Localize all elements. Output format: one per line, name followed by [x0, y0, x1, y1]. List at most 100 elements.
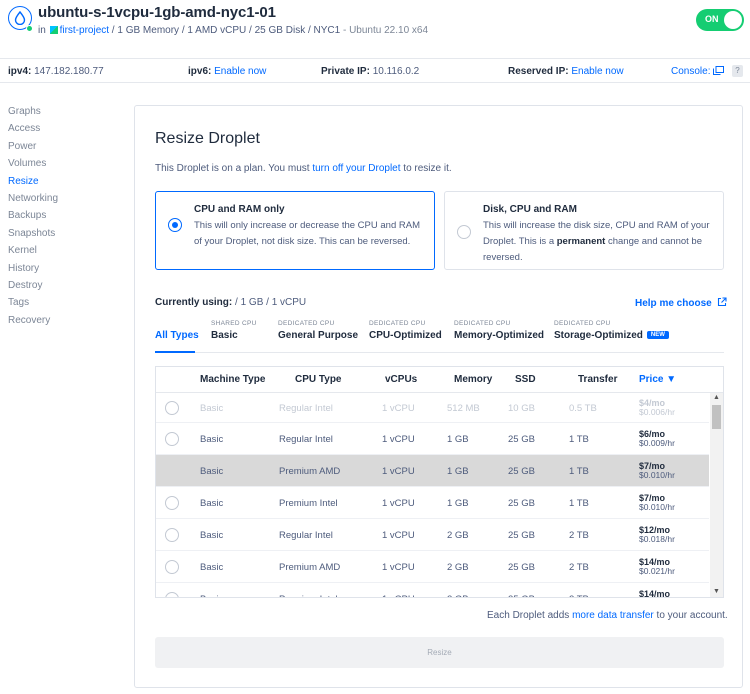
tab-basic[interactable]: SHARED CPU Basic [211, 320, 257, 341]
sidebar-item-history[interactable]: History [8, 263, 118, 280]
tab-storage-optimized[interactable]: DEDICATED CPU Storage-Optimized NEW [554, 320, 669, 341]
ssd-cell: 25 GB [508, 498, 535, 509]
transfer-note-prefix: Each Droplet adds [487, 610, 573, 621]
help-icon[interactable]: ? [732, 65, 743, 77]
price-hourly: $0.018/hr [639, 534, 675, 544]
tab-memory-optimized[interactable]: DEDICATED CPU Memory-Optimized [454, 320, 544, 341]
vcpus-cell: 1 vCPU [382, 530, 415, 541]
tab-category: DEDICATED CPU [369, 320, 426, 327]
memory-cell: 1 GB [447, 434, 469, 445]
table-row[interactable]: Basic Regular Intel 1 vCPU 2 GB 25 GB 2 TB $12… [156, 519, 709, 551]
option-disk-radio[interactable] [457, 225, 471, 239]
memory-cell: 2 GB [447, 562, 469, 573]
reserved-ip-label: Reserved IP: [508, 66, 569, 77]
tab-category [155, 320, 199, 330]
sidebar-item-power[interactable]: Power [8, 141, 118, 158]
currently-using: Currently using: / 1 GB / 1 vCPU [155, 297, 306, 308]
price-cell: $4/mo $0.006/hr [639, 399, 675, 417]
col-price-label: Price [639, 374, 664, 385]
col-ssd[interactable]: SSD [515, 374, 536, 385]
col-price[interactable]: Price ▼ [639, 374, 676, 385]
price-hourly: $0.010/hr [639, 502, 675, 512]
sidebar-item-destroy[interactable]: Destroy [8, 280, 118, 297]
vcpus-cell: 1 vCPU [382, 466, 415, 477]
private-ip-value[interactable]: 10.116.0.2 [373, 66, 420, 77]
sort-down-icon: ▼ [666, 374, 677, 385]
sidebar-item-kernel[interactable]: Kernel [8, 245, 118, 262]
resize-button[interactable]: Resize [155, 637, 724, 668]
transfer-cell: 1 TB [569, 434, 589, 445]
option-cpu-ram-only[interactable]: CPU and RAM only This will only increase… [155, 191, 435, 270]
table-row[interactable]: Basic Premium Intel 1 vCPU 2 GB 25 GB 2 TB $14… [156, 583, 709, 597]
col-memory[interactable]: Memory [454, 374, 492, 385]
table-row[interactable]: Basic Regular Intel 1 vCPU 1 GB 25 GB 1 TB $6/… [156, 423, 709, 455]
cpu-type-cell: Premium AMD [279, 466, 341, 477]
sidebar-item-access[interactable]: Access [8, 123, 118, 140]
power-toggle[interactable]: ON [696, 9, 744, 31]
scroll-up-arrow-icon[interactable]: ▲ [713, 394, 720, 401]
sidebar-item-tags[interactable]: Tags [8, 297, 118, 314]
table-row[interactable]: Basic Premium AMD 1 vCPU 2 GB 25 GB 2 TB $14/m… [156, 551, 709, 583]
ipv6-enable-link[interactable]: Enable now [214, 66, 266, 77]
ipv4-label: ipv4: [8, 66, 32, 77]
tab-label: CPU-Optimized [369, 330, 442, 341]
plan-radio[interactable] [165, 432, 179, 446]
plan-radio[interactable] [165, 528, 179, 542]
droplet-header: ubuntu-s-1vcpu-1gb-amd-nyc1-01 in first-… [0, 0, 750, 50]
plan-radio[interactable] [165, 592, 179, 597]
option-cpu-radio[interactable] [168, 218, 182, 232]
scrollbar-thumb[interactable] [712, 405, 721, 429]
ssd-cell: 25 GB [508, 466, 535, 477]
cpu-type-cell: Regular Intel [279, 530, 333, 541]
col-cpu-type[interactable]: CPU Type [295, 374, 342, 385]
price-cell: $12/mo $0.018/hr [639, 526, 675, 544]
sidebar-item-backups[interactable]: Backups [8, 210, 118, 227]
status-dot-icon [26, 25, 33, 32]
sidebar-item-volumes[interactable]: Volumes [8, 158, 118, 175]
vcpus-cell: 1 vCPU [382, 434, 415, 445]
ssd-cell: 25 GB [508, 530, 535, 541]
project-link[interactable]: first-project [60, 25, 109, 36]
tab-cpu-optimized[interactable]: DEDICATED CPU CPU-Optimized [369, 320, 442, 341]
help-me-choose-link[interactable]: Help me choose [635, 297, 728, 309]
col-machine-type[interactable]: Machine Type [200, 374, 265, 385]
cpu-type-cell: Premium AMD [279, 562, 341, 573]
sidebar-item-networking[interactable]: Networking [8, 193, 118, 210]
price-hourly: $0.010/hr [639, 470, 675, 480]
plan-radio[interactable] [165, 496, 179, 510]
tab-general-purpose[interactable]: DEDICATED CPU General Purpose [278, 320, 358, 341]
table-row[interactable]: Basic Premium AMD 1 vCPU 1 GB 25 GB 1 TB $7/mo… [156, 455, 709, 487]
network-info-bar: ipv4: 147.182.180.77 ipv6: Enable now Pr… [0, 58, 750, 83]
table-row[interactable]: Basic Premium Intel 1 vCPU 1 GB 25 GB 1 TB $7/… [156, 487, 709, 519]
plan-radio[interactable] [165, 560, 179, 574]
more-data-transfer-link[interactable]: more data transfer [572, 610, 654, 621]
sidebar-item-recovery[interactable]: Recovery [8, 315, 118, 332]
help-me-choose-label: Help me choose [635, 298, 712, 309]
sidebar-item-resize[interactable]: Resize [8, 176, 118, 193]
price-cell: $6/mo $0.009/hr [639, 430, 675, 448]
tab-label-text: Storage-Optimized [554, 330, 643, 341]
transfer-cell: 2 TB [569, 594, 589, 597]
console-label: Console: [671, 66, 711, 77]
vcpus-cell: 1 vCPU [382, 594, 415, 597]
sidebar-item-graphs[interactable]: Graphs [8, 106, 118, 123]
sidebar-item-snapshots[interactable]: Snapshots [8, 228, 118, 245]
option-disk-cpu-ram[interactable]: Disk, CPU and RAM This will increase the… [444, 191, 724, 270]
tab-category: DEDICATED CPU [554, 320, 611, 327]
machine-type-cell: Basic [200, 562, 224, 573]
turn-off-droplet-link[interactable]: turn off your Droplet [312, 163, 400, 174]
option-disk-body: This will increase the disk size, CPU an… [483, 218, 715, 266]
droplet-specs: / 1 GB Memory / 1 AMD vCPU / 25 GB Disk … [109, 25, 341, 36]
tab-all-types[interactable]: All Types [155, 320, 199, 341]
plans-table: Machine Type CPU Type vCPUs Memory SSD T… [155, 366, 724, 598]
table-row: Basic Regular Intel 1 vCPU 512 MB 10 GB 0.5 T… [156, 393, 709, 423]
reserved-ip-enable-link[interactable]: Enable now [571, 66, 623, 77]
col-vcpus[interactable]: vCPUs [385, 374, 417, 385]
tab-label: All Types [155, 330, 199, 341]
scroll-down-arrow-icon[interactable]: ▼ [713, 588, 720, 595]
console-link[interactable]: Console: [671, 66, 725, 77]
transfer-cell: 0.5 TB [569, 403, 597, 414]
machine-type-cell: Basic [200, 403, 224, 414]
ipv4-value[interactable]: 147.182.180.77 [34, 66, 104, 77]
col-transfer[interactable]: Transfer [578, 374, 617, 385]
